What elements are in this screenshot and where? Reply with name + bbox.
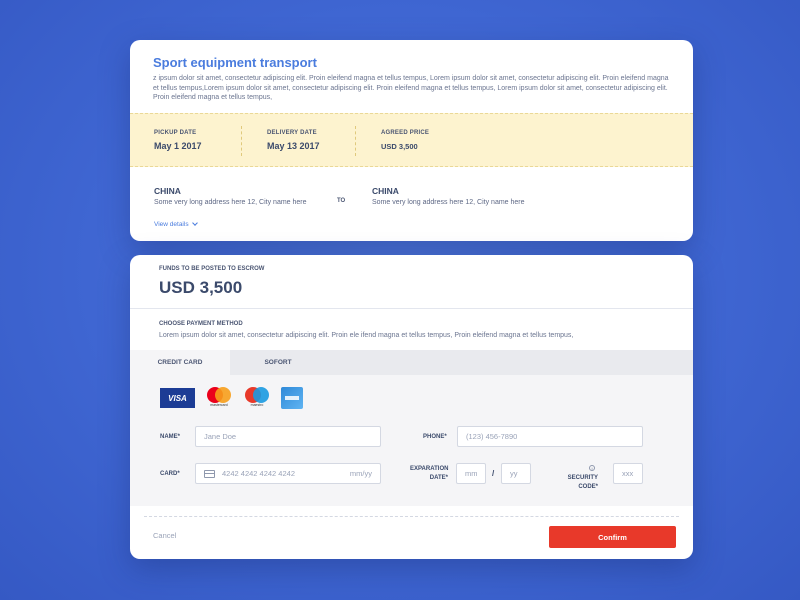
pickup-date-block: PICKUP DATE May 1 2017 [154, 130, 202, 151]
security-label-line2: CODE* [578, 484, 598, 490]
name-input[interactable]: Jane Doe [195, 426, 381, 447]
pickup-date-value: May 1 2017 [154, 141, 202, 151]
divider [355, 126, 356, 156]
origin-country: CHINA [154, 186, 181, 196]
confirm-button[interactable]: Confirm [549, 526, 676, 548]
shipment-info-band: PICKUP DATE May 1 2017 DELIVERY DATE May… [130, 113, 693, 167]
info-icon[interactable]: i [589, 465, 595, 472]
credit-card-icon [204, 469, 215, 478]
funds-amount: USD 3,500 [159, 278, 243, 297]
exp-year-input[interactable]: yy [501, 463, 531, 484]
divider [241, 126, 242, 156]
security-code-input[interactable]: xxx [613, 463, 643, 484]
divider [130, 308, 693, 309]
card-number-placeholder: 4242 4242 4242 4242 [222, 469, 295, 478]
view-details-label: View details [154, 221, 189, 228]
exp-month-placeholder: mm [465, 469, 478, 478]
security-code-placeholder: xxx [622, 469, 634, 478]
origin-address-line: Some very long address here 12, City nam… [154, 199, 307, 206]
agreed-price-block: AGREED PRICE USD 3,500 [381, 130, 429, 151]
agreed-price-label: AGREED PRICE [381, 130, 430, 136]
credit-card-form: VISA mastercard maestro NAME* Jane Doe P… [130, 375, 693, 506]
chevron-down-icon [191, 220, 198, 226]
amex-logo [281, 387, 303, 409]
expiration-label-line1: EXPARATION [410, 466, 449, 472]
divider [144, 516, 679, 517]
security-code-label: i SECURITY CODE* [560, 465, 598, 492]
destination-address: CHINA Some very long address here 12, Ci… [372, 186, 525, 206]
to-label: TO [337, 198, 346, 204]
payment-method-description: Lorem ipsum dolor sit amet, consectetur … [159, 332, 574, 339]
card-number-input[interactable]: 4242 4242 4242 4242 mm/yy [195, 463, 381, 484]
expiration-label-line2: DATE* [429, 475, 448, 481]
security-label-line1: SECURITY [567, 475, 598, 481]
funds-label: FUNDS TO BE POSTED TO ESCROW [159, 266, 265, 272]
payment-method-label: CHOOSE PAYMENT METHOD [159, 321, 243, 327]
destination-country: CHINA [372, 186, 399, 196]
delivery-date-block: DELIVERY DATE May 13 2017 [267, 130, 320, 151]
pickup-date-label: PICKUP DATE [154, 130, 197, 136]
maestro-caption: maestro [250, 403, 264, 407]
shipment-description: z ipsum dolor sit amet, consectetur adip… [153, 75, 669, 101]
destination-address-line: Some very long address here 12, City nam… [372, 199, 525, 206]
agreed-price-value: USD 3,500 [381, 142, 418, 151]
tab-credit-card[interactable]: CREDIT CARD [130, 350, 230, 375]
name-placeholder: Jane Doe [204, 432, 237, 441]
visa-logo: VISA [160, 388, 195, 408]
delivery-date-label: DELIVERY DATE [267, 130, 317, 136]
maestro-logo: maestro [243, 387, 271, 409]
phone-label: PHONE* [423, 434, 447, 440]
card-label: CARD* [160, 471, 180, 477]
exp-year-placeholder: yy [510, 469, 518, 478]
mastercard-logo: mastercard [205, 387, 233, 409]
tab-sofort[interactable]: SOFORT [230, 350, 326, 375]
phone-input[interactable]: (123) 456-7890 [457, 426, 643, 447]
shipment-card: Sport equipment transport z ipsum dolor … [130, 40, 693, 241]
card-brand-logos: VISA mastercard maestro [160, 387, 303, 409]
cancel-button[interactable]: Cancel [153, 531, 176, 540]
phone-placeholder: (123) 456-7890 [466, 432, 518, 441]
name-label: NAME* [160, 434, 181, 440]
origin-address: CHINA Some very long address here 12, Ci… [154, 186, 307, 206]
expiration-date-label: EXPARATION DATE* [410, 465, 448, 483]
card-expiry-placeholder: mm/yy [349, 469, 372, 478]
shipment-title: Sport equipment transport [153, 55, 317, 70]
view-details-link[interactable]: View details [154, 220, 198, 228]
exp-month-input[interactable]: mm [456, 463, 486, 484]
payment-card: FUNDS TO BE POSTED TO ESCROW USD 3,500 C… [130, 255, 693, 559]
mastercard-caption: mastercard [210, 403, 228, 407]
exp-separator: / [492, 469, 495, 478]
payment-tabs: CREDIT CARD SOFORT [130, 350, 693, 375]
delivery-date-value: May 13 2017 [267, 141, 320, 151]
